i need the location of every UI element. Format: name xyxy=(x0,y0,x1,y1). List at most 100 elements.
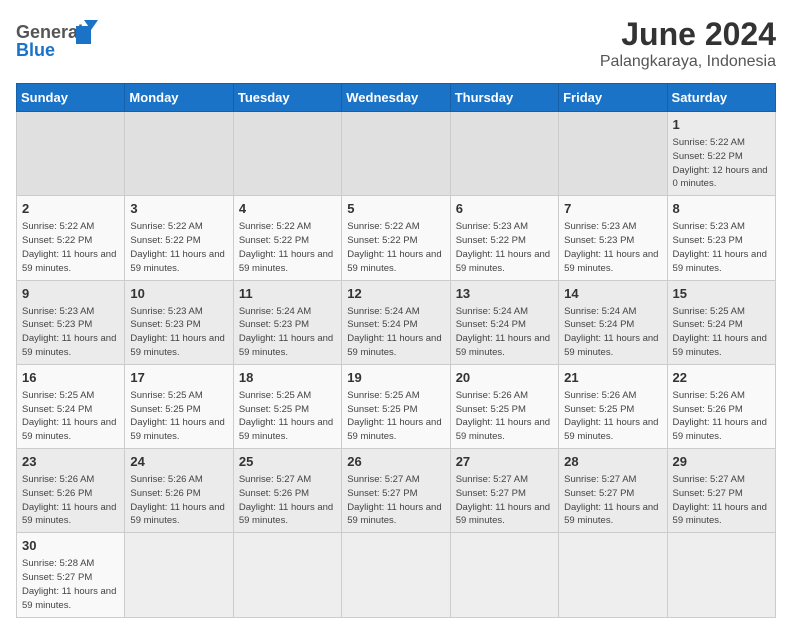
day-info: Sunrise: 5:26 AMSunset: 5:25 PMDaylight:… xyxy=(456,389,553,444)
calendar-day xyxy=(342,112,450,196)
calendar-day: 6Sunrise: 5:23 AMSunset: 5:22 PMDaylight… xyxy=(450,196,558,280)
calendar-day: 17Sunrise: 5:25 AMSunset: 5:25 PMDayligh… xyxy=(125,364,233,448)
calendar-week-row: 9 Sunrise: 5:23 AMSunset: 5:23 PMDaylight… xyxy=(17,280,776,364)
day-number: 13 xyxy=(456,285,553,303)
calendar-week-row: 30Sunrise: 5:28 AMSunset: 5:27 PMDayligh… xyxy=(17,533,776,617)
calendar-day xyxy=(125,533,233,617)
calendar-week-row: 16 Sunrise: 5:25 AMSunset: 5:24 PMDayligh… xyxy=(17,364,776,448)
day-number: 23 xyxy=(22,453,119,471)
day-header-thursday: Thursday xyxy=(450,84,558,112)
calendar-day xyxy=(17,112,125,196)
calendar-day: 24Sunrise: 5:26 AMSunset: 5:26 PMDayligh… xyxy=(125,449,233,533)
svg-text:Blue: Blue xyxy=(16,40,55,60)
day-info: Sunrise: 5:24 AMSunset: 5:24 PMDaylight:… xyxy=(347,305,444,360)
calendar-day: 29Sunrise: 5:27 AMSunset: 5:27 PMDayligh… xyxy=(667,449,775,533)
day-header-wednesday: Wednesday xyxy=(342,84,450,112)
day-number: 22 xyxy=(673,369,770,387)
page-header: General Blue June 2024 Palangkaraya, Ind… xyxy=(16,16,776,71)
month-title: June 2024 xyxy=(600,16,776,53)
day-info: Sunrise: 5:23 AMSunset: 5:23 PMDaylight:… xyxy=(22,305,119,360)
calendar-day: 21Sunrise: 5:26 AMSunset: 5:25 PMDayligh… xyxy=(559,364,667,448)
logo: General Blue xyxy=(16,16,106,68)
day-number: 18 xyxy=(239,369,336,387)
day-number: 11 xyxy=(239,285,336,303)
day-header-sunday: Sunday xyxy=(17,84,125,112)
calendar-day: 9 Sunrise: 5:23 AMSunset: 5:23 PMDaylight… xyxy=(17,280,125,364)
calendar-day xyxy=(559,112,667,196)
calendar-day: 7 Sunrise: 5:23 AMSunset: 5:23 PMDaylight… xyxy=(559,196,667,280)
day-number: 2 xyxy=(22,200,119,218)
calendar-week-row: 23 Sunrise: 5:26 AMSunset: 5:26 PMDayligh… xyxy=(17,449,776,533)
day-number: 1 xyxy=(673,116,770,134)
calendar-day: 26Sunrise: 5:27 AMSunset: 5:27 PMDayligh… xyxy=(342,449,450,533)
title-section: June 2024 Palangkaraya, Indonesia xyxy=(600,16,776,71)
day-info: Sunrise: 5:28 AMSunset: 5:27 PMDaylight:… xyxy=(22,557,119,612)
calendar-day xyxy=(450,533,558,617)
day-info: Sunrise: 5:22 AMSunset: 5:22 PMDaylight:… xyxy=(347,220,444,275)
day-header-tuesday: Tuesday xyxy=(233,84,341,112)
day-info: Sunrise: 5:27 AMSunset: 5:26 PMDaylight:… xyxy=(239,473,336,528)
day-number: 14 xyxy=(564,285,661,303)
calendar-day: 23Sunrise: 5:26 AMSunset: 5:26 PMDayligh… xyxy=(17,449,125,533)
calendar-day: 18Sunrise: 5:25 AMSunset: 5:25 PMDayligh… xyxy=(233,364,341,448)
day-number: 20 xyxy=(456,369,553,387)
day-info: Sunrise: 5:24 AMSunset: 5:24 PMDaylight:… xyxy=(564,305,661,360)
calendar-day: 2 Sunrise: 5:22 AMSunset: 5:22 PMDaylight… xyxy=(17,196,125,280)
day-number: 19 xyxy=(347,369,444,387)
calendar-day xyxy=(667,533,775,617)
calendar-day: 10 Sunrise: 5:23 AMSunset: 5:23 PMDayligh… xyxy=(125,280,233,364)
day-info: Sunrise: 5:23 AMSunset: 5:23 PMDaylight:… xyxy=(564,220,661,275)
calendar-day: 20 Sunrise: 5:26 AMSunset: 5:25 PMDayligh… xyxy=(450,364,558,448)
day-number: 25 xyxy=(239,453,336,471)
calendar-day: 8 Sunrise: 5:23 AMSunset: 5:23 PMDaylight… xyxy=(667,196,775,280)
day-number: 8 xyxy=(673,200,770,218)
calendar-day: 16 Sunrise: 5:25 AMSunset: 5:24 PMDayligh… xyxy=(17,364,125,448)
day-info: Sunrise: 5:22 AMSunset: 5:22 PMDaylight:… xyxy=(22,220,119,275)
calendar-day: 30Sunrise: 5:28 AMSunset: 5:27 PMDayligh… xyxy=(17,533,125,617)
day-number: 27 xyxy=(456,453,553,471)
day-number: 16 xyxy=(22,369,119,387)
day-header-monday: Monday xyxy=(125,84,233,112)
calendar-day: 12Sunrise: 5:24 AMSunset: 5:24 PMDayligh… xyxy=(342,280,450,364)
day-number: 28 xyxy=(564,453,661,471)
calendar-day: 13 Sunrise: 5:24 AMSunset: 5:24 PMDayligh… xyxy=(450,280,558,364)
logo-svg: General Blue xyxy=(16,16,106,68)
calendar-table: SundayMondayTuesdayWednesdayThursdayFrid… xyxy=(16,83,776,618)
day-info: Sunrise: 5:26 AMSunset: 5:25 PMDaylight:… xyxy=(564,389,661,444)
day-info: Sunrise: 5:24 AMSunset: 5:24 PMDaylight:… xyxy=(456,305,553,360)
day-number: 7 xyxy=(564,200,661,218)
day-info: Sunrise: 5:26 AMSunset: 5:26 PMDaylight:… xyxy=(673,389,770,444)
calendar-day: 27 Sunrise: 5:27 AMSunset: 5:27 PMDayligh… xyxy=(450,449,558,533)
day-info: Sunrise: 5:27 AMSunset: 5:27 PMDaylight:… xyxy=(564,473,661,528)
calendar-day: 3Sunrise: 5:22 AMSunset: 5:22 PMDaylight… xyxy=(125,196,233,280)
calendar-day: 25 Sunrise: 5:27 AMSunset: 5:26 PMDayligh… xyxy=(233,449,341,533)
day-number: 6 xyxy=(456,200,553,218)
day-info: Sunrise: 5:22 AMSunset: 5:22 PMDaylight:… xyxy=(673,136,770,191)
day-info: Sunrise: 5:27 AMSunset: 5:27 PMDaylight:… xyxy=(456,473,553,528)
day-info: Sunrise: 5:25 AMSunset: 5:24 PMDaylight:… xyxy=(22,389,119,444)
day-info: Sunrise: 5:23 AMSunset: 5:23 PMDaylight:… xyxy=(130,305,227,360)
calendar-day: 19Sunrise: 5:25 AMSunset: 5:25 PMDayligh… xyxy=(342,364,450,448)
location: Palangkaraya, Indonesia xyxy=(600,53,776,71)
day-info: Sunrise: 5:25 AMSunset: 5:24 PMDaylight:… xyxy=(673,305,770,360)
day-info: Sunrise: 5:22 AMSunset: 5:22 PMDaylight:… xyxy=(130,220,227,275)
calendar-week-row: 2 Sunrise: 5:22 AMSunset: 5:22 PMDaylight… xyxy=(17,196,776,280)
day-number: 17 xyxy=(130,369,227,387)
calendar-week-row: 1 Sunrise: 5:22 AMSunset: 5:22 PMDaylight… xyxy=(17,112,776,196)
day-number: 15 xyxy=(673,285,770,303)
day-number: 9 xyxy=(22,285,119,303)
calendar-day xyxy=(233,533,341,617)
calendar-day: 15 Sunrise: 5:25 AMSunset: 5:24 PMDayligh… xyxy=(667,280,775,364)
day-info: Sunrise: 5:23 AMSunset: 5:23 PMDaylight:… xyxy=(673,220,770,275)
calendar-day xyxy=(342,533,450,617)
day-info: Sunrise: 5:26 AMSunset: 5:26 PMDaylight:… xyxy=(130,473,227,528)
calendar-day: 4Sunrise: 5:22 AMSunset: 5:22 PMDaylight… xyxy=(233,196,341,280)
day-info: Sunrise: 5:27 AMSunset: 5:27 PMDaylight:… xyxy=(673,473,770,528)
day-header-saturday: Saturday xyxy=(667,84,775,112)
day-header-friday: Friday xyxy=(559,84,667,112)
calendar-day: 28 Sunrise: 5:27 AMSunset: 5:27 PMDayligh… xyxy=(559,449,667,533)
day-number: 10 xyxy=(130,285,227,303)
calendar-day xyxy=(559,533,667,617)
day-number: 26 xyxy=(347,453,444,471)
calendar-day xyxy=(233,112,341,196)
